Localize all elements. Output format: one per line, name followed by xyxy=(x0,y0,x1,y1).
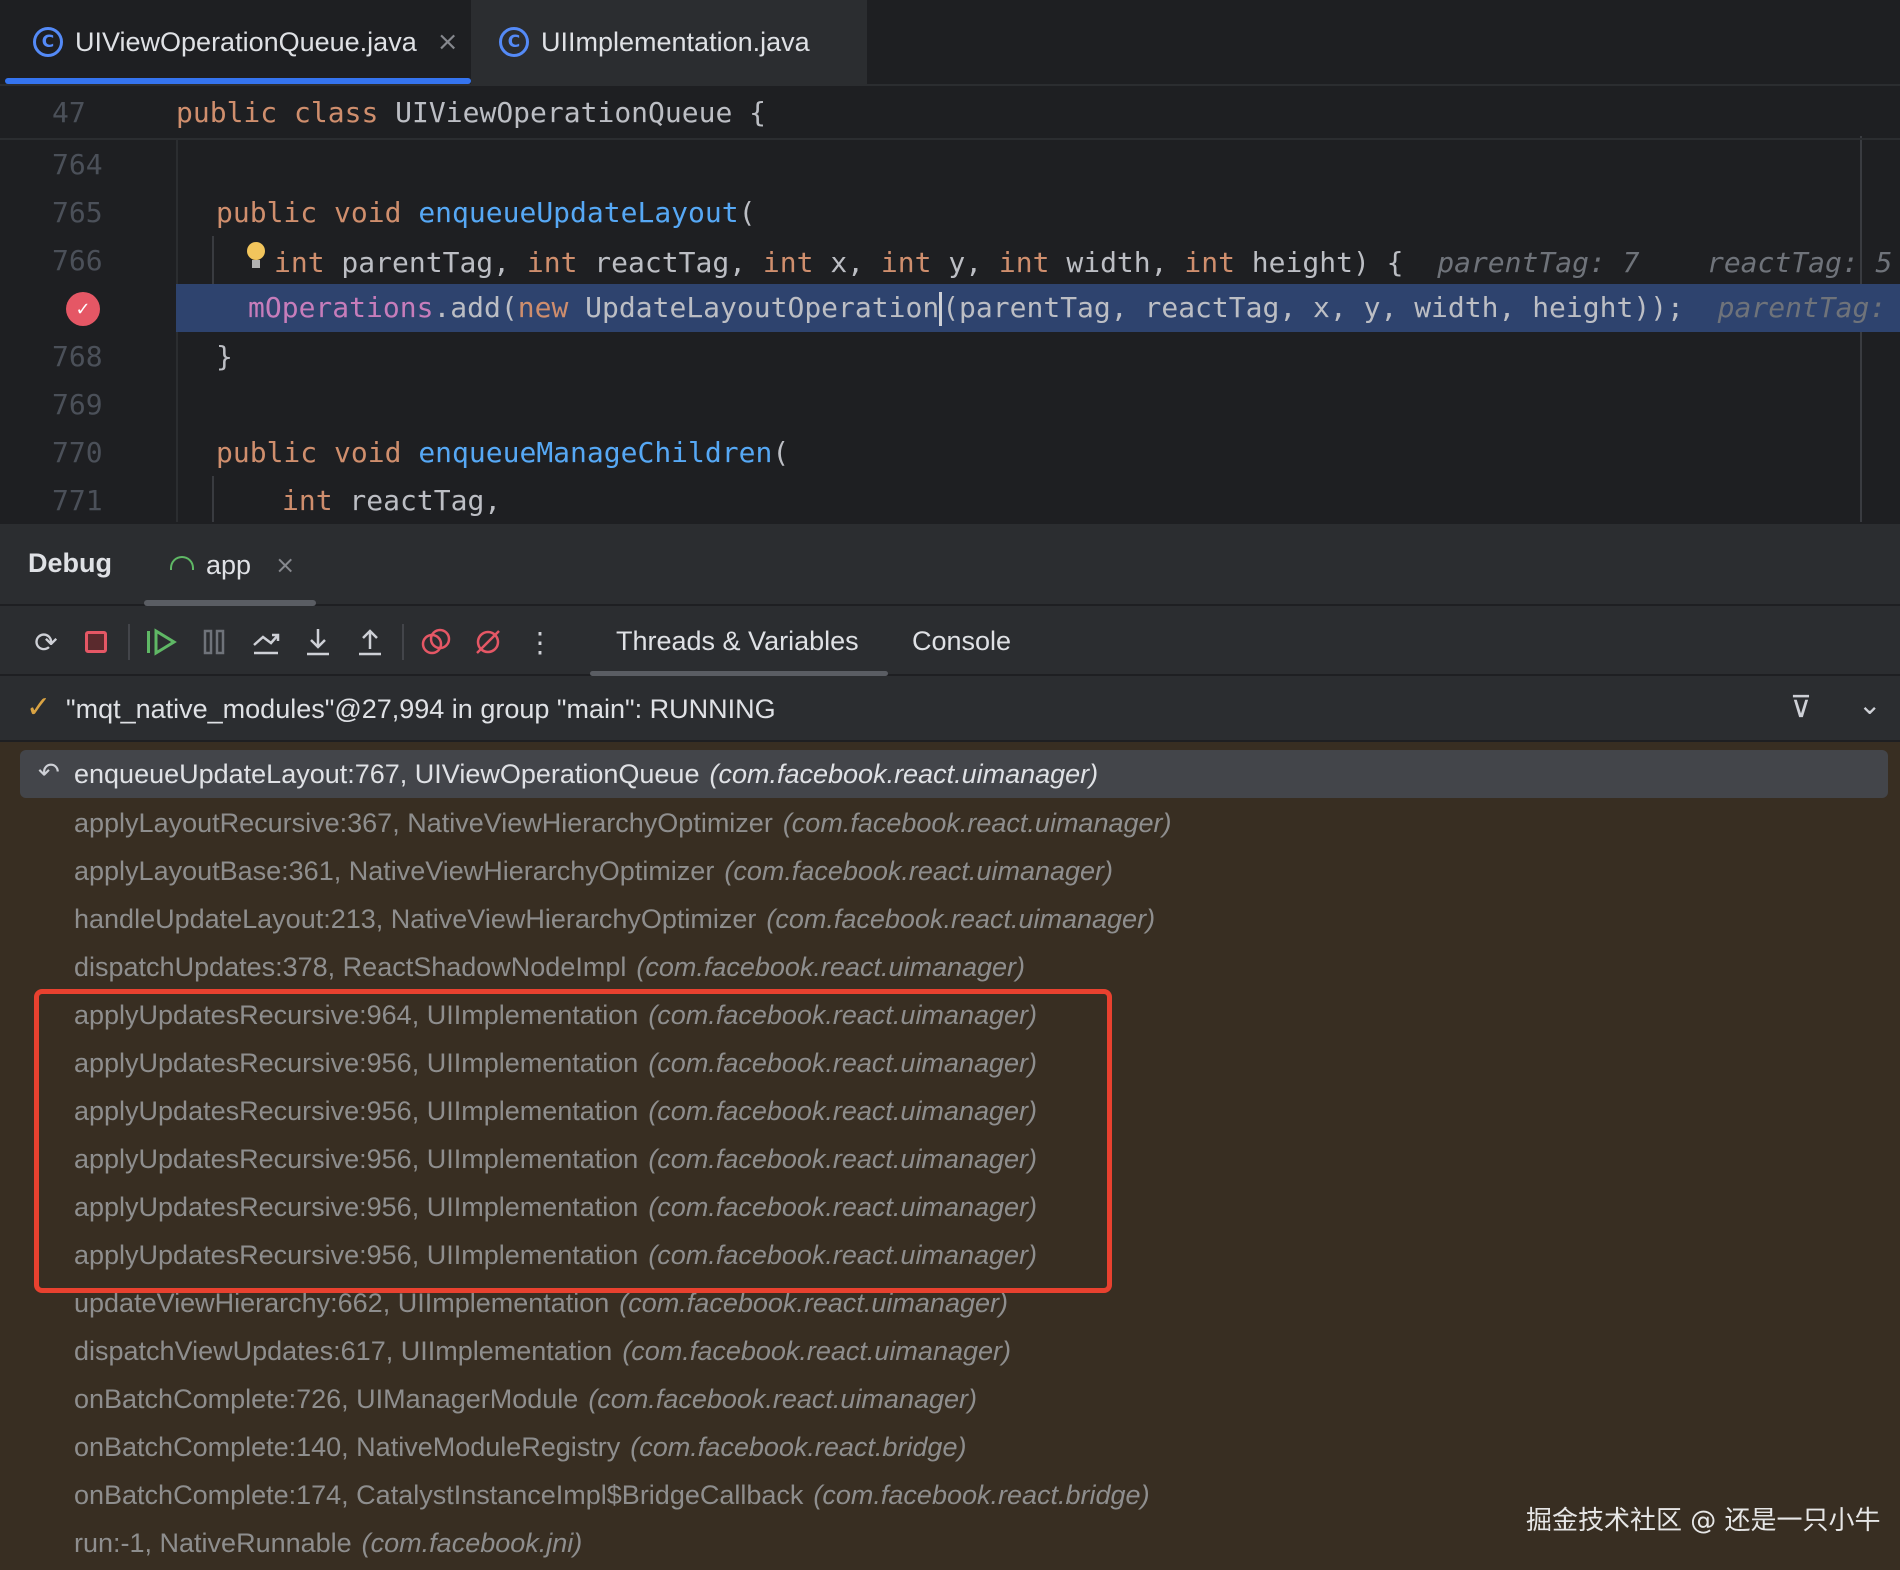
debug-title: Debug xyxy=(28,548,112,578)
frame-package: (com.facebook.jni) xyxy=(361,1527,583,1558)
tab-label: Console xyxy=(912,625,1012,656)
checkmark-icon: ✓ xyxy=(26,690,52,725)
code-line-768[interactable]: 768 } xyxy=(0,332,1900,380)
tab-label: UIViewOperationQueue.java xyxy=(75,26,417,57)
code-editor[interactable]: 47 public class UIViewOperationQueue { 7… xyxy=(0,86,1900,524)
active-tab-indicator xyxy=(5,78,471,84)
frame-package: (com.facebook.react.uimanager) xyxy=(782,807,1172,838)
frame-package: (com.facebook.react.uimanager) xyxy=(709,758,1099,789)
frame-method: handleUpdateLayout:213, NativeViewHierar… xyxy=(74,903,757,934)
close-icon[interactable]: × xyxy=(275,551,295,579)
tab-console[interactable]: Console xyxy=(912,606,1052,676)
lightbulb-icon[interactable] xyxy=(246,241,266,272)
rerun-icon[interactable]: ⟳ xyxy=(26,622,66,662)
frame-package: (com.facebook.react.uimanager) xyxy=(766,903,1156,934)
annotation-highlight-box xyxy=(34,989,1112,1293)
frame-row[interactable]: onBatchComplete:726, UIManagerModule (com… xyxy=(20,1375,1888,1423)
line-number: 47 xyxy=(52,95,86,129)
sticky-line[interactable]: 47 public class UIViewOperationQueue { xyxy=(0,86,1900,140)
debug-toolbar: ⟳ ⋮ Threads & Variables Console xyxy=(0,606,1900,676)
toolbar-separator xyxy=(402,624,404,660)
view-breakpoints-icon[interactable] xyxy=(416,622,456,662)
line-number: 768 xyxy=(52,339,103,373)
return-arrow-icon: ↶ xyxy=(38,758,60,788)
class-icon: C xyxy=(33,27,63,57)
toolbar-separator xyxy=(128,624,130,660)
line-number: 766 xyxy=(52,243,103,277)
tab-uiimplementation[interactable]: C UIImplementation.java xyxy=(471,0,867,84)
watermark: 掘金技术社区 @ 还是一只小牛 xyxy=(1526,1506,1881,1536)
step-over-icon[interactable] xyxy=(246,622,286,662)
frame-method: applyLayoutBase:361, NativeViewHierarchy… xyxy=(74,855,715,886)
frame-row[interactable]: dispatchUpdates:378, ReactShadowNodeImpl… xyxy=(20,943,1888,991)
code-line-766[interactable]: 766 int parentTag, int reactTag, int x, … xyxy=(0,236,1900,284)
line-number: 771 xyxy=(52,483,103,517)
frame-package: (com.facebook.react.uimanager) xyxy=(622,1335,1011,1366)
inline-value-hint: reactTag: 5 xyxy=(1706,245,1893,279)
android-icon xyxy=(170,556,194,570)
indent-guide xyxy=(212,236,214,284)
pause-icon[interactable] xyxy=(194,622,234,662)
line-number: ✓ xyxy=(0,284,176,332)
code-line-765[interactable]: 765 public void enqueueUpdateLayout( xyxy=(0,188,1900,236)
step-into-icon[interactable] xyxy=(298,622,338,662)
code-line-770[interactable]: 770 public void enqueueManageChildren( xyxy=(0,428,1900,476)
frame-method: onBatchComplete:174, CatalystInstanceImp… xyxy=(74,1479,804,1510)
tab-uiviewoperationqueue[interactable]: C UIViewOperationQueue.java × xyxy=(5,0,471,84)
frame-method: enqueueUpdateLayout:767, UIViewOperation… xyxy=(74,758,700,789)
session-tab-label: app xyxy=(206,549,252,580)
step-out-icon[interactable] xyxy=(350,622,390,662)
class-icon: C xyxy=(499,27,529,57)
code-line-767-current[interactable]: ✓ mOperations.add(new UpdateLayoutOperat… xyxy=(0,284,1900,332)
debug-session-tab-app[interactable]: app × xyxy=(144,524,316,606)
thread-status: "mqt_native_modules"@27,994 in group "ma… xyxy=(66,694,776,724)
inline-value-hint: parentTag: 7 xyxy=(1437,245,1640,279)
frame-package: (com.facebook.react.bridge) xyxy=(630,1431,967,1462)
frame-method: run:-1, NativeRunnable xyxy=(74,1527,352,1558)
resume-icon[interactable] xyxy=(142,622,182,662)
close-icon[interactable]: × xyxy=(437,27,459,57)
debug-tool-window-header: Debug app × xyxy=(0,522,1900,606)
chevron-down-icon[interactable]: ⌄ xyxy=(1858,688,1881,721)
tab-label: UIImplementation.java xyxy=(541,26,810,57)
frame-method: onBatchComplete:726, UIManagerModule xyxy=(74,1383,579,1414)
code-line-769[interactable]: 769 xyxy=(0,380,1900,428)
frame-package: (com.facebook.react.bridge) xyxy=(813,1479,1150,1510)
frame-package: (com.facebook.react.uimanager) xyxy=(724,855,1114,886)
frame-method: applyLayoutRecursive:367, NativeViewHier… xyxy=(74,807,773,838)
frame-row[interactable]: handleUpdateLayout:213, NativeViewHierar… xyxy=(20,895,1888,943)
frame-row[interactable]: onBatchComplete:140, NativeModuleRegistr… xyxy=(20,1423,1888,1471)
frame-row-current[interactable]: ↶ enqueueUpdateLayout:767, UIViewOperati… xyxy=(20,750,1888,798)
frame-row[interactable]: dispatchViewUpdates:617, UIImplementatio… xyxy=(20,1327,1888,1375)
indent-guide xyxy=(212,476,214,524)
thread-selector[interactable]: ✓ "mqt_native_modules"@27,994 in group "… xyxy=(0,676,1900,742)
frame-package: (com.facebook.react.uimanager) xyxy=(636,951,1026,982)
mute-breakpoints-icon[interactable] xyxy=(468,622,508,662)
breakpoint-icon[interactable]: ✓ xyxy=(66,292,100,326)
frame-method: onBatchComplete:140, NativeModuleRegistr… xyxy=(74,1431,621,1462)
stop-icon[interactable] xyxy=(76,622,116,662)
frame-row[interactable]: applyLayoutRecursive:367, NativeViewHier… xyxy=(20,799,1888,847)
tab-threads-variables[interactable]: Threads & Variables xyxy=(590,606,888,676)
line-number: 769 xyxy=(52,387,103,421)
filter-icon[interactable]: ⊽ xyxy=(1790,690,1812,725)
frame-row[interactable]: applyLayoutBase:361, NativeViewHierarchy… xyxy=(20,847,1888,895)
frame-package: (com.facebook.react.uimanager) xyxy=(588,1383,977,1414)
line-number: 770 xyxy=(52,435,103,469)
line-number: 764 xyxy=(52,147,103,181)
frame-method: dispatchViewUpdates:617, UIImplementatio… xyxy=(74,1335,613,1366)
code-line-771[interactable]: 771 int reactTag, xyxy=(0,476,1900,524)
code-line-764[interactable]: 764 xyxy=(0,140,1900,188)
line-number: 765 xyxy=(52,195,103,229)
frame-method: dispatchUpdates:378, ReactShadowNodeImpl xyxy=(74,951,627,982)
more-options-icon[interactable]: ⋮ xyxy=(520,622,560,662)
inline-value-hint: parentTag: xyxy=(1717,290,1887,324)
editor-tab-bar: C UIViewOperationQueue.java × C UIImplem… xyxy=(0,0,1900,86)
tab-label: Threads & Variables xyxy=(616,625,859,656)
